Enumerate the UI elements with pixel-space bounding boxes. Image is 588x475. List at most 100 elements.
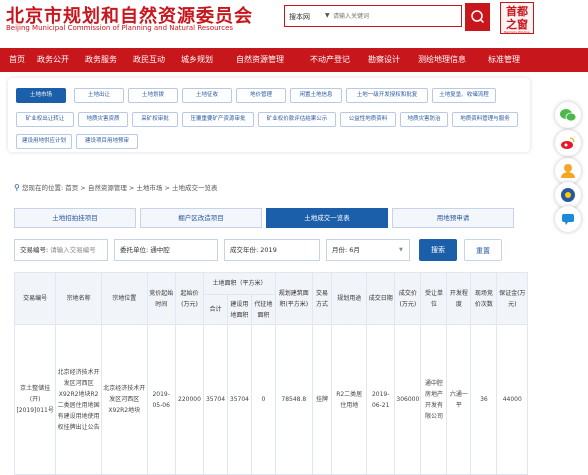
subnav-item-mining-valuation[interactable]: 矿业权价款评估结果公示 [258,112,336,127]
header-deal-date: 成交日期 [366,272,396,325]
subnav-panel: 土地市场 土地出让 土地划拨 土地征收 地价管理 闲置土地信息 土地一级开发授权… [8,78,530,152]
capital-window-logo[interactable]: 首都之窗 Beijing's Window [500,2,534,34]
header-start-price: 起始价(万元) [174,272,205,325]
search-box: 搜本网 ▼ [284,5,462,27]
deal-no-input[interactable]: 请输入交易编号 [50,246,96,254]
breadcrumb-prefix: 您现在的位置: [21,184,64,192]
subnav-item-hazard-qualification[interactable]: 地质灾害资质 [78,112,128,127]
nav-item-home[interactable]: 首页 [9,54,25,65]
nav-item-gov-open[interactable]: 政务公开 [37,54,69,65]
cell-deal-date: 2019-06-21 [366,324,396,475]
nav-item-survey-design[interactable]: 勘察设计 [368,54,400,65]
cell-dev-level: 六通一平 [446,324,472,475]
table-row: 京土整储挂(开)[2019]011号 北京经济技术开发区河西区X92R2地块R2… [13,324,528,475]
header-parcel-name: 宗地名称 [55,272,102,325]
nav-item-geo-info[interactable]: 测绘地理信息 [418,54,466,65]
subnav-item-primary-development[interactable]: 土地一级开发授权和批复 [346,88,428,103]
chevron-down-icon: ▼ [325,12,330,19]
header-deal-no: 交易编号 [13,272,57,325]
month-field[interactable]: 月份: 6月 ▼ [326,239,410,261]
nav-item-gov-service[interactable]: 政务服务 [85,54,117,65]
police-badge-button[interactable] [555,182,581,208]
subnav-item-mineral-overlay[interactable]: 压覆重要矿产资源审批 [182,112,254,127]
cell-parcel-name-link[interactable]: 北京经济技术开发区河西区X92R2地块R2二类居住用地国有建设用地使用权挂牌出让… [55,324,102,475]
chat-bubble-icon [562,214,574,225]
wechat-icon [560,109,577,122]
search-type-select[interactable]: 搜本网 [289,12,310,22]
subnav-item-mining-rights[interactable]: 矿业权出让转让 [16,112,74,127]
month-label: 月份: [332,246,348,254]
search-button[interactable] [465,3,490,31]
search-filter-button[interactable]: 搜索 [419,239,457,261]
cell-deposit: 44000 [496,324,528,475]
breadcrumb: ⚲ 您现在的位置: 首页 > 自然资源管理 > 土地市场 > 土地成交一览表 [14,183,218,192]
subnav-item-idle-land[interactable]: 闲置土地信息 [290,88,342,103]
capital-window-logo-text: 首都之窗 [506,5,528,31]
cell-bid-start: 2019-05-06 [146,324,176,475]
nav-item-real-estate[interactable]: 不动产登记 [310,54,350,65]
subnav-item-land-price[interactable]: 地价管理 [236,88,286,103]
subnav-item-mining-approval[interactable]: 采矿权审批 [132,112,178,127]
subnav-item-land-expropriation[interactable]: 土地征收 [182,88,232,103]
subnav-item-geology-data[interactable]: 地质资料管理与服务 [452,112,518,127]
tab-transaction-list[interactable]: 土地成交一览表 [266,208,388,228]
weibo-share-button[interactable] [555,130,581,156]
header-parcel-location: 宗地位置 [100,272,148,325]
header-construction-area: 建设用地面积 [226,294,252,325]
location-pin-icon: ⚲ [14,183,20,192]
site-header: 北京市规划和自然资源委员会 Beijing Municipal Commissi… [0,0,588,40]
site-title-en: Beijing Municipal Commission of Planning… [6,24,234,32]
nav-item-planning[interactable]: 城乡规划 [181,54,213,65]
transaction-table: 交易编号 宗地名称 宗地位置 竞价起始时间 起始价(万元) 土地面积（平方米） … [13,272,528,475]
cell-start-price: 220000 [174,324,205,475]
wechat-share-button[interactable] [555,102,581,128]
header-deal-method: 交易方式 [311,272,333,325]
nav-item-natural-resources[interactable]: 自然资源管理 [236,54,284,65]
year-input[interactable]: 2019 [260,246,277,254]
user-icon [561,164,575,178]
header-total: 合计 [203,294,228,325]
unit-input[interactable]: 通中腔 [150,246,170,254]
unit-field[interactable]: 委托单位: 通中腔 [114,239,218,261]
user-center-button[interactable] [555,158,581,184]
cell-total-area: 35704 [203,324,228,475]
cell-planned-floor-area: 78548.8 [274,324,313,475]
reset-button[interactable]: 重置 [464,239,502,261]
tab-shantytown-projects[interactable]: 棚户区改造项目 [140,208,262,228]
nav-item-interaction[interactable]: 政民互动 [133,54,165,65]
subnav-item-hazard-prevention[interactable]: 地质灾害防治 [400,112,448,127]
cell-expropriation-area: 0 [250,324,276,475]
subnav-item-land-market[interactable]: 土地市场 [16,88,66,103]
subnav-item-land-transfer[interactable]: 土地出让 [74,88,124,103]
subnav-item-land-allocation[interactable]: 土地划拨 [128,88,178,103]
cell-buyer: 通中腔房地产开发有限公司 [420,324,448,475]
subnav-item-reclamation[interactable]: 土地复垦、收储流程 [432,88,496,103]
breadcrumb-link-home[interactable]: 首页 [65,184,78,192]
cell-deal-method: 挂牌 [311,324,333,475]
cell-planned-use: R2二类居住用地 [331,324,368,475]
subnav-item-pre-review[interactable]: 建设项目用地预审 [76,134,138,149]
capital-window-logo-sub: Beijing's Window [504,30,530,34]
year-field[interactable]: 成交年份: 2019 [224,239,320,261]
nav-item-standards[interactable]: 标准管理 [488,54,520,65]
subnav-item-supply-plan[interactable]: 建设用地供应计划 [16,134,72,149]
message-button[interactable] [555,206,581,232]
breadcrumb-link-natural-resources[interactable]: 自然资源管理 [88,184,127,192]
subnav-item-public-geology[interactable]: 公益性地质资料 [340,112,396,127]
month-select[interactable]: 6月 [349,246,360,254]
tab-auction-projects[interactable]: 土地招拍挂项目 [14,208,136,228]
cell-parcel-location: 北京经济技术开发区河西区X92R2地块 [100,324,148,475]
header-bid-rounds: 现场竞价次数 [470,272,498,325]
header-buyer: 受让单位 [420,272,448,325]
breadcrumb-current: 土地成交一览表 [172,184,218,192]
search-icon [471,10,485,24]
breadcrumb-link-land-market[interactable]: 土地市场 [136,184,162,192]
search-input[interactable] [333,10,457,23]
police-badge-icon [561,188,575,202]
year-label: 成交年份: [230,246,259,254]
header-dev-level: 开发程度 [446,272,472,325]
tab-land-pre-application[interactable]: 用地预申请 [392,208,514,228]
deal-no-field[interactable]: 交易编号: 请输入交易编号 [14,239,108,261]
header-planned-floor-area: 规划建筑面积(平方米) [274,272,313,325]
header-land-area: 土地面积（平方米） [203,272,276,295]
